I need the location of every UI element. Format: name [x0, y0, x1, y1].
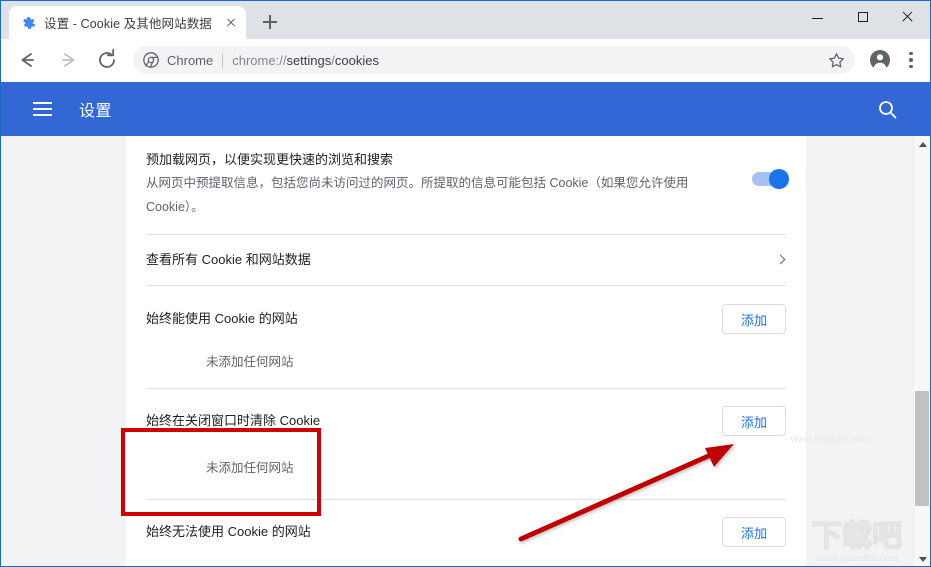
page-title: 设置: [79, 103, 112, 120]
section-empty-row: 未添加任何网站: [126, 340, 806, 380]
browser-toolbar: Chrome chrome://settings/cookies: [1, 39, 930, 82]
back-icon[interactable]: [12, 45, 42, 75]
preload-description-line2: Cookie）。: [146, 200, 204, 214]
preload-toggle[interactable]: [752, 169, 789, 189]
url-host: settings: [286, 52, 332, 68]
scroll-up-icon[interactable]: [914, 136, 930, 153]
section-title-wrap: 始终在关闭窗口时清除 Cookie: [146, 411, 722, 431]
vertical-scrollbar[interactable]: [913, 136, 930, 566]
settings-page: 预加载网页，以便实现更快速的浏览和搜索 从网页中预提取信息，包括您尚未访问过的网…: [1, 136, 930, 566]
hamburger-icon[interactable]: [33, 97, 57, 121]
view-all-text: 查看所有 Cookie 和网站数据: [146, 250, 776, 270]
hamburger-line: [33, 102, 52, 104]
section-header-row: 始终在关闭窗口时清除 Cookie 添加: [126, 389, 806, 443]
browser-tab[interactable]: 设置 - Cookie 及其他网站数据: [9, 6, 246, 39]
add-button-always-block[interactable]: 添加: [722, 517, 786, 547]
more-vertical-icon[interactable]: [898, 45, 924, 75]
hamburger-line: [33, 114, 52, 116]
preload-text: 预加载网页，以便实现更快速的浏览和搜索 从网页中预提取信息，包括您尚未访问过的网…: [146, 150, 752, 218]
section-header-row: 始终无法使用 Cookie 的网站 添加: [126, 500, 806, 552]
preload-title: 预加载网页，以便实现更快速的浏览和搜索: [146, 152, 394, 167]
chrome-logo-icon: [143, 52, 159, 68]
section-title: 始终无法使用 Cookie 的网站: [146, 524, 311, 539]
preload-setting-row: 预加载网页，以便实现更快速的浏览和搜索 从网页中预提取信息，包括您尚未访问过的网…: [126, 136, 806, 234]
window-controls: [795, 1, 930, 33]
view-all-cookies-row[interactable]: 查看所有 Cookie 和网站数据: [126, 235, 806, 285]
forward-icon[interactable]: [52, 45, 82, 75]
section-header-row: 始终能使用 Cookie 的网站 添加: [126, 286, 806, 340]
section-always-allow: 始终能使用 Cookie 的网站 添加 未添加任何网站: [126, 286, 806, 380]
empty-state-text: 未添加任何网站: [206, 460, 294, 475]
maximize-button[interactable]: [840, 1, 885, 33]
tab-title: 设置 - Cookie 及其他网站数据: [44, 17, 212, 31]
hamburger-line: [33, 108, 52, 110]
view-all-label: 查看所有 Cookie 和网站数据: [146, 252, 311, 267]
menu-dot: [909, 58, 913, 62]
section-always-block: 始终无法使用 Cookie 的网站 添加: [126, 500, 806, 552]
scroll-down-icon[interactable]: [914, 551, 930, 566]
chevron-right-icon: [776, 255, 786, 265]
watermark-site-text: www.xiazaiba.com: [815, 553, 898, 564]
preload-description-line1: 从网页中预提取信息，包括您尚未访问过的网页。所提取的信息可能包括 Cookie（…: [146, 176, 689, 190]
empty-state-text: 未添加任何网站: [206, 354, 294, 369]
reload-icon[interactable]: [92, 45, 122, 75]
section-title-wrap: 始终无法使用 Cookie 的网站: [146, 522, 722, 542]
url-path: cookies: [334, 52, 379, 68]
url-prefix: chrome://: [232, 52, 287, 68]
section-title: 始终在关闭窗口时清除 Cookie: [146, 413, 321, 428]
settings-card: 预加载网页，以便实现更快速的浏览和搜索 从网页中预提取信息，包括您尚未访问过的网…: [126, 136, 806, 566]
new-tab-button[interactable]: [256, 8, 284, 36]
scrollbar-thumb[interactable]: [915, 391, 929, 506]
omnibox-separator: [222, 52, 224, 68]
gear-icon: [20, 15, 36, 31]
close-window-button[interactable]: [885, 1, 930, 33]
avatar[interactable]: [865, 45, 895, 75]
menu-dot: [909, 52, 913, 56]
omnibox-scheme-label: Chrome: [167, 52, 214, 68]
browser-window: 设置 - Cookie 及其他网站数据 Chrome chrome://sett…: [0, 0, 931, 567]
star-icon[interactable]: [821, 47, 851, 73]
menu-dot: [909, 64, 913, 68]
tab-strip: 设置 - Cookie 及其他网站数据: [1, 1, 930, 39]
omnibox-url: chrome://settings/cookies: [232, 53, 821, 68]
watermark-logo: 下载吧 www.xiazaiba.com: [810, 516, 922, 566]
section-title: 始终能使用 Cookie 的网站: [146, 311, 298, 326]
address-bar[interactable]: Chrome chrome://settings/cookies: [133, 46, 855, 74]
add-button-always-allow[interactable]: 添加: [722, 304, 786, 334]
section-clear-on-exit: 始终在关闭窗口时清除 Cookie 添加 未添加任何网站: [126, 389, 806, 489]
section-title-wrap: 始终能使用 Cookie 的网站: [146, 309, 722, 329]
watermark-logo-text: 下载吧: [812, 520, 902, 553]
search-icon[interactable]: [872, 94, 902, 124]
close-icon[interactable]: [222, 14, 240, 32]
add-button-clear-on-exit[interactable]: 添加: [722, 406, 786, 436]
minimize-button[interactable]: [795, 1, 840, 33]
section-empty-row: 未添加任何网站: [126, 443, 806, 489]
settings-header: 设置: [1, 82, 930, 136]
